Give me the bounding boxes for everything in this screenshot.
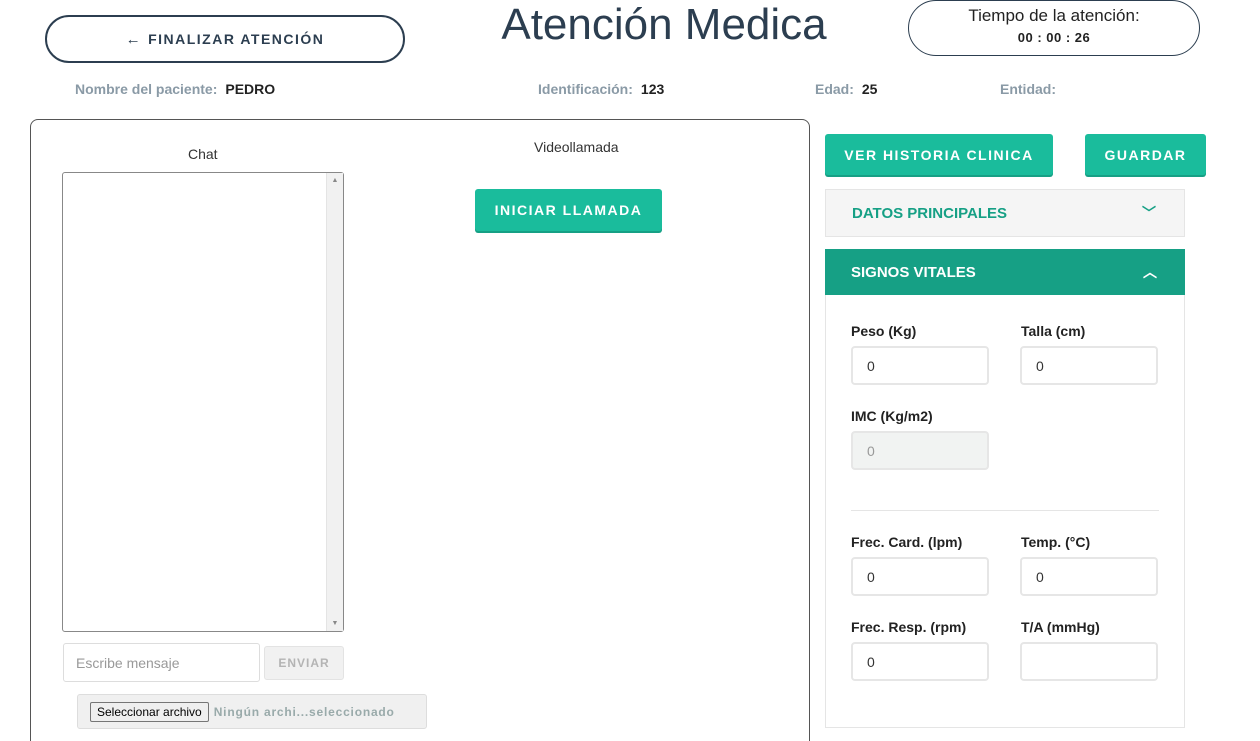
timer-value: 00 : 00 : 26 <box>1017 30 1091 45</box>
chevron-up-icon: ︿ <box>1143 264 1157 280</box>
view-clinical-history-button[interactable]: VER HISTORIA CLINICA <box>825 134 1053 175</box>
patient-entity-label: Entidad: <box>1000 81 1056 97</box>
attention-timer: Tiempo de la atención: 00 : 00 : 26 <box>908 0 1200 56</box>
accordion-vital-signs-label: SIGNOS VITALES <box>851 263 976 281</box>
height-label: Talla (cm) <box>1021 323 1086 339</box>
video-call-title: Videollamada <box>534 139 619 155</box>
chat-messages-area[interactable]: ▲ ▼ <box>62 172 344 632</box>
height-field[interactable]: 0 <box>1020 346 1158 385</box>
scroll-down-icon[interactable]: ▼ <box>327 620 343 627</box>
select-file-button[interactable]: Seleccionar archivo <box>90 701 209 722</box>
file-status-text: Ningún archi...seleccionado <box>213 704 395 719</box>
bmi-field: 0 <box>851 431 989 470</box>
patient-age-value: 25 <box>861 81 878 97</box>
chat-scrollbar[interactable]: ▲ ▼ <box>326 173 343 631</box>
resp-rate-label: Frec. Resp. (rpm) <box>851 619 967 635</box>
send-button[interactable]: ENVIAR <box>264 646 344 680</box>
accordion-main-data-label: DATOS PRINCIPALES <box>852 204 1008 222</box>
patient-age-info: Edad: 25 <box>815 81 877 97</box>
patient-id-label: Identificación: <box>538 81 633 97</box>
vital-signs-form: Peso (Kg) 0 Talla (cm) 0 IMC (Kg/m2) 0 F… <box>825 295 1185 728</box>
chat-title: Chat <box>188 146 218 162</box>
temperature-label: Temp. (°C) <box>1021 534 1091 550</box>
heart-rate-field[interactable]: 0 <box>851 557 989 596</box>
bmi-label: IMC (Kg/m2) <box>851 408 933 424</box>
blood-pressure-field[interactable] <box>1020 642 1158 681</box>
heart-rate-label: Frec. Card. (lpm) <box>851 534 963 550</box>
patient-id-value: 123 <box>640 81 665 97</box>
temperature-field[interactable]: 0 <box>1020 557 1158 596</box>
patient-entity-info: Entidad: <box>1000 81 1064 97</box>
save-button[interactable]: GUARDAR <box>1085 134 1206 175</box>
patient-age-label: Edad: <box>815 81 854 97</box>
patient-name-info: Nombre del paciente: PEDRO <box>75 81 275 97</box>
scroll-up-icon[interactable]: ▲ <box>327 177 343 184</box>
chevron-down-icon: ﹀ <box>1142 205 1156 221</box>
start-call-button[interactable]: INICIAR LLAMADA <box>475 189 662 231</box>
communication-panel: Chat ▲ ▼ ENVIAR Seleccionar archivo Ning… <box>30 119 810 741</box>
patient-name-value: PEDRO <box>225 81 276 97</box>
patient-name-label: Nombre del paciente: <box>75 81 218 97</box>
resp-rate-field[interactable]: 0 <box>851 642 989 681</box>
accordion-vital-signs[interactable]: SIGNOS VITALES ︿ <box>825 249 1185 295</box>
patient-id-info: Identificación: 123 <box>538 81 664 97</box>
blood-pressure-label: T/A (mmHg) <box>1021 619 1100 635</box>
file-upload[interactable]: Seleccionar archivo Ningún archi...selec… <box>77 694 427 729</box>
weight-field[interactable]: 0 <box>851 346 989 385</box>
message-input[interactable] <box>63 643 260 682</box>
accordion-main-data[interactable]: DATOS PRINCIPALES ﹀ <box>825 189 1185 237</box>
form-divider <box>851 510 1159 511</box>
weight-label: Peso (Kg) <box>851 323 917 339</box>
timer-label: Tiempo de la atención: <box>968 6 1140 25</box>
